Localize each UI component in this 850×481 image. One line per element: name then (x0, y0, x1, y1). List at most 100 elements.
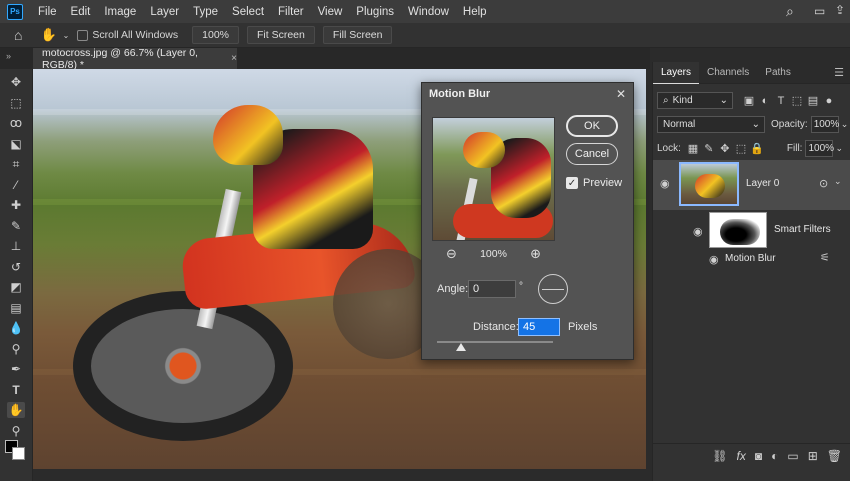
filter-smart-object-icon[interactable]: ▤ (805, 94, 821, 108)
share-icon[interactable]: ⇪ (835, 3, 845, 17)
filter-type-icon[interactable]: T (773, 94, 789, 108)
panel-menu-icon[interactable]: ☰ (834, 66, 844, 79)
gradient-icon[interactable]: ▤ (7, 300, 25, 316)
new-group-icon[interactable]: ▭ (787, 449, 798, 463)
pen-icon[interactable]: ✒ (7, 361, 25, 377)
chevron-down-icon[interactable]: ⌄ (835, 143, 843, 154)
layer-filter-select[interactable]: ⌕ Kind ⌄ (657, 92, 733, 109)
filter-blending-options-icon[interactable]: ⚟ (820, 251, 830, 264)
filter-toggle-icon[interactable]: ● (821, 94, 837, 108)
zoom-in-icon[interactable]: ⊕ (530, 246, 541, 262)
menu-image[interactable]: Image (97, 6, 143, 18)
lock-artboard-icon[interactable]: ⬚ (733, 142, 749, 156)
layers-panel-footer: ⛓ fx ◙ ◐ ▭ ⊞ 🗑 (653, 443, 850, 467)
lock-all-icon[interactable]: 🔒 (749, 142, 765, 156)
fit-screen-button[interactable]: Fit Screen (247, 26, 315, 44)
distance-slider-thumb[interactable] (456, 343, 467, 351)
distance-input[interactable]: 45 (518, 318, 560, 336)
lock-position-icon[interactable]: ✥ (717, 142, 733, 156)
menu-window[interactable]: Window (401, 6, 456, 18)
document-tab[interactable]: motocross.jpg @ 66.7% (Layer 0, RGB/8) *… (33, 47, 237, 71)
angle-dial[interactable] (538, 274, 568, 304)
menu-edit[interactable]: Edit (64, 6, 98, 18)
layer-name[interactable]: Layer 0 (746, 178, 779, 189)
tab-paths[interactable]: Paths (757, 62, 799, 84)
zoom-out-icon[interactable]: ⊖ (446, 246, 457, 262)
fx-icon[interactable]: fx (737, 449, 746, 463)
motion-blur-filter-label[interactable]: Motion Blur (725, 253, 776, 264)
eye-icon[interactable]: ◉ (660, 177, 670, 190)
home-icon[interactable]: ⌂ (14, 27, 22, 43)
layers-panel: Layers Channels Paths ☰ ⌕ Kind ⌄ ▣ ◐ T ⬚… (652, 61, 850, 481)
panel-tabs: Layers Channels Paths ☰ (653, 61, 850, 84)
marquee-icon[interactable]: ⬚ (7, 95, 25, 111)
crop-icon[interactable]: ⌗ (7, 156, 25, 172)
healing-brush-icon[interactable]: ✚ (7, 197, 25, 213)
chevron-down-icon[interactable]: ⌄ (841, 119, 849, 130)
dodge-icon[interactable]: ⚲ (7, 341, 25, 357)
blend-mode-select[interactable]: Normal ⌄ (657, 116, 765, 133)
chevron-down-icon[interactable]: ⌄ (63, 31, 70, 40)
menu-plugins[interactable]: Plugins (349, 6, 401, 18)
eyedropper-icon[interactable]: ⁄ (7, 177, 25, 193)
hand-icon[interactable]: ✋ (7, 402, 25, 418)
lock-pixels-icon[interactable]: ✎ (701, 142, 717, 156)
eye-icon[interactable]: ◉ (693, 225, 703, 238)
cancel-button[interactable]: Cancel (566, 143, 618, 165)
lock-label: Lock: (657, 143, 681, 154)
move-icon[interactable]: ✥ (7, 74, 25, 90)
search-icon[interactable]: ⌕ (786, 3, 794, 20)
type-icon[interactable]: T (7, 382, 25, 398)
eraser-icon[interactable]: ◩ (7, 279, 25, 295)
zoom-100-button[interactable]: 100% (192, 26, 239, 44)
hand-tool-preset-icon[interactable]: ✋ (40, 27, 56, 43)
scroll-all-windows-option[interactable]: Scroll All Windows (77, 29, 178, 41)
close-tab-icon[interactable]: × (231, 53, 237, 64)
menu-filter[interactable]: Filter (271, 6, 311, 18)
eye-icon[interactable]: ◉ (709, 253, 719, 266)
trash-icon[interactable]: 🗑 (827, 449, 842, 463)
history-brush-icon[interactable]: ↺ (7, 259, 25, 275)
adjustment-layer-icon[interactable]: ◐ (771, 449, 778, 463)
scroll-all-windows-checkbox[interactable] (77, 29, 89, 41)
filter-pixel-icon[interactable]: ▣ (741, 94, 757, 108)
filter-shape-icon[interactable]: ⬚ (789, 94, 805, 108)
layer-row[interactable]: ◉ Layer 0 ⊙ ⌄ (653, 160, 850, 210)
workspace-icon[interactable]: ▭ (814, 4, 825, 18)
menu-layer[interactable]: Layer (143, 6, 186, 18)
fill-input[interactable]: 100% (805, 140, 834, 157)
menu-file[interactable]: File (31, 6, 64, 18)
chevron-down-icon[interactable]: ⌄ (834, 176, 842, 187)
menu-select[interactable]: Select (225, 6, 271, 18)
fill-screen-button[interactable]: Fill Screen (322, 26, 393, 44)
dialog-title: Motion Blur (429, 88, 491, 100)
background-color-swatch[interactable] (12, 447, 25, 460)
ok-button[interactable]: OK (566, 115, 618, 137)
menu-view[interactable]: View (311, 6, 350, 18)
blur-icon[interactable]: 💧 (7, 320, 25, 336)
menu-help[interactable]: Help (456, 6, 494, 18)
clone-stamp-icon[interactable]: ⊥ (7, 238, 25, 254)
add-mask-icon[interactable]: ◙ (755, 449, 762, 463)
link-icon[interactable]: ⛓ (712, 449, 727, 463)
distance-slider[interactable] (437, 341, 553, 343)
zoom-icon[interactable]: ⚲ (7, 423, 25, 439)
preview-checkbox[interactable]: ✓ (566, 177, 578, 189)
new-layer-icon[interactable]: ⊞ (808, 449, 818, 463)
tab-layers[interactable]: Layers (653, 61, 700, 84)
lock-transparency-icon[interactable]: ▦ (685, 142, 701, 156)
menu-type[interactable]: Type (186, 6, 225, 18)
filter-adjustment-icon[interactable]: ◐ (757, 94, 773, 108)
opacity-input[interactable]: 100% (810, 116, 839, 133)
filter-preview[interactable] (432, 117, 555, 241)
close-icon[interactable]: ✕ (616, 87, 626, 101)
preview-option[interactable]: ✓ Preview (566, 177, 622, 189)
lasso-icon[interactable]: ꝏ (7, 115, 25, 131)
collapse-panels-icon[interactable]: » (6, 51, 11, 61)
tab-channels[interactable]: Channels (699, 62, 757, 84)
menu-bar: Ps File Edit Image Layer Type Select Fil… (0, 0, 850, 23)
smart-filters-label[interactable]: Smart Filters (774, 224, 831, 235)
angle-input[interactable]: 0 (468, 280, 516, 298)
object-select-icon[interactable]: ⬕ (7, 136, 25, 152)
brush-icon[interactable]: ✎ (7, 218, 25, 234)
